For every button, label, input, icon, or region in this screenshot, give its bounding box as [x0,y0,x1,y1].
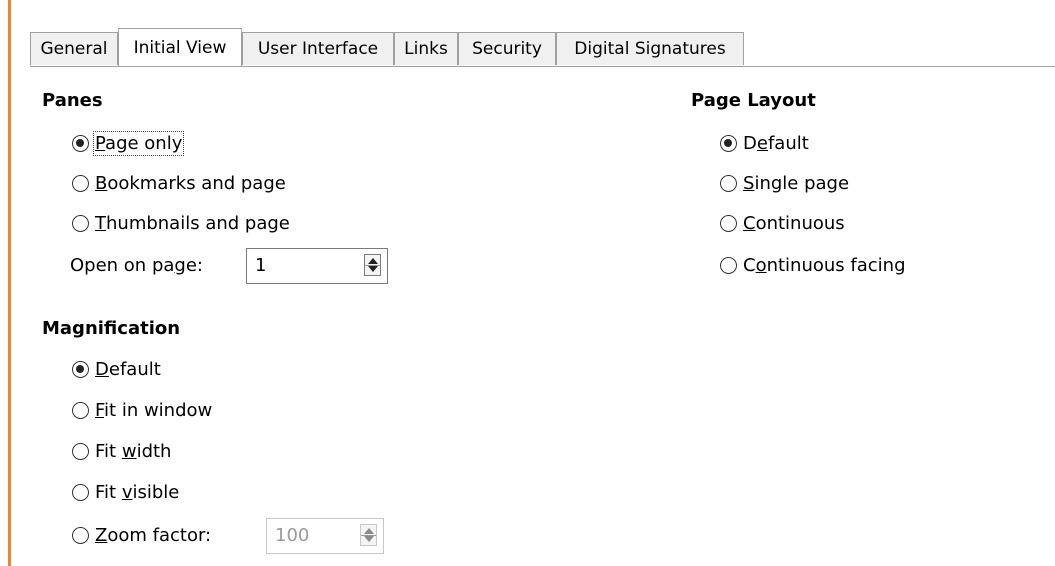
radio-label: Default [743,132,809,154]
radio-magnification-default[interactable]: Default [72,356,161,382]
radio-zoom-factor[interactable]: Zoom factor: [72,522,211,548]
radio-fit-width[interactable]: Fit width [72,438,171,464]
radio-fit-visible[interactable]: Fit visible [72,479,179,505]
radio-icon [72,174,89,192]
radio-icon [72,483,89,501]
radio-single-page[interactable]: Single page [720,170,849,196]
spin-up-icon[interactable] [368,258,378,264]
tab-user-interface[interactable]: User Interface [242,32,394,65]
tab-general[interactable]: General [30,32,118,65]
spin-buttons[interactable] [364,254,381,276]
spin-up-icon[interactable] [364,528,374,534]
tab-label: Initial View [133,38,227,58]
open-on-page-label: Open on page: [70,254,203,276]
radio-icon [72,442,89,460]
radio-icon [720,256,737,274]
radio-icon [720,174,737,192]
tab-security[interactable]: Security [458,32,556,65]
zoom-factor-spinbox[interactable]: 100 [266,518,384,554]
radio-icon [72,401,89,419]
radio-label: Page only [92,130,185,156]
tab-digital-signatures[interactable]: Digital Signatures [556,32,744,65]
tab-label: General [40,39,108,59]
radio-label: Zoom factor: [95,524,212,546]
tab-label: Links [404,39,448,59]
tab-links[interactable]: Links [394,32,458,65]
radio-label: Fit visible [95,481,180,503]
spin-buttons[interactable] [360,524,377,546]
panes-heading: Panes [42,90,103,111]
radio-continuous-facing[interactable]: Continuous facing [720,252,906,278]
radio-layout-default[interactable]: Default [720,130,809,156]
radio-label: Default [95,358,161,380]
radio-label: Continuous [743,212,845,234]
tab-label: User Interface [257,39,379,59]
radio-thumbnails-and-page[interactable]: Thumbnails and page [72,210,290,236]
radio-continuous[interactable]: Continuous [720,210,845,236]
radio-icon [72,526,89,544]
spinbox-value: 100 [275,525,310,546]
radio-selected-icon [72,360,89,378]
spin-down-icon[interactable] [368,266,378,272]
radio-label: Fit in window [95,399,213,421]
radio-label: Thumbnails and page [95,212,290,234]
tab-label: Security [472,39,542,59]
radio-label: Bookmarks and page [95,172,286,194]
radio-label: Single page [743,172,850,194]
spinbox-value: 1 [255,255,267,276]
left-accent [0,0,12,566]
radio-selected-icon [72,134,89,152]
spin-down-icon[interactable] [364,536,374,542]
radio-label: Fit width [95,440,172,462]
radio-label: Continuous facing [743,254,906,276]
radio-bookmarks-and-page[interactable]: Bookmarks and page [72,170,286,196]
radio-page-only[interactable]: Page only [72,130,185,156]
radio-fit-in-window[interactable]: Fit in window [72,397,212,423]
open-on-page-spinbox[interactable]: 1 [246,248,388,284]
radio-selected-icon [720,134,737,152]
tab-label: Digital Signatures [574,39,726,59]
magnification-heading: Magnification [42,318,181,339]
radio-icon [72,214,89,232]
tab-initial-view[interactable]: Initial View [118,28,242,66]
radio-icon [720,214,737,232]
page-layout-heading: Page Layout [691,90,816,111]
